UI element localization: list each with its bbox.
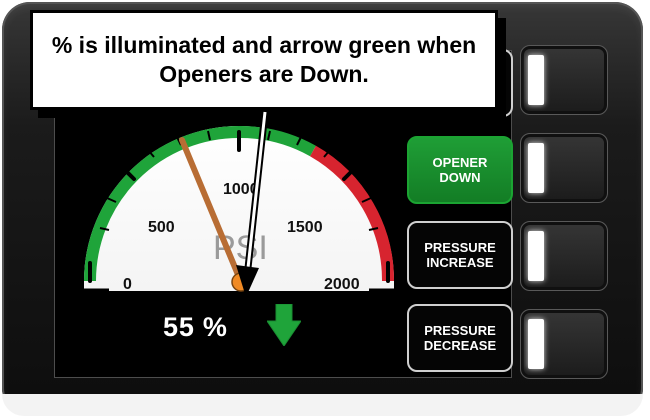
opener-down-button[interactable]: OPENER DOWN [407, 136, 513, 204]
tick-label-1500: 1500 [287, 219, 323, 236]
down-arrow-icon [267, 304, 301, 346]
hardware-key-2-indicator [528, 143, 544, 193]
pressure-increase-label-line1: PRESSURE [424, 240, 496, 255]
hardware-key-1[interactable] [520, 45, 608, 115]
hardware-key-1-indicator [528, 55, 544, 105]
hardware-key-4[interactable] [520, 309, 608, 379]
tick-label-2000: 2000 [324, 276, 360, 293]
hardware-key-3[interactable] [520, 221, 608, 291]
needle-hub [231, 272, 251, 292]
pressure-decrease-label-line1: PRESSURE [424, 323, 496, 338]
display-scene: 0 500 1000 1500 2000 PSI 55 % OPENER DOW… [0, 0, 650, 420]
pressure-decrease-label-line2: DECREASE [423, 338, 497, 353]
tick-label-0: 0 [123, 276, 132, 293]
opener-down-label-line1: OPENER [432, 155, 488, 170]
tick-label-500: 500 [148, 219, 175, 236]
bezel-foot [2, 394, 643, 416]
hardware-key-4-indicator [528, 319, 544, 369]
annotation-callout: % is illuminated and arrow green when Op… [30, 10, 498, 110]
tick-label-1000: 1000 [223, 181, 259, 198]
pressure-decrease-button[interactable]: PRESSURE DECREASE [407, 304, 513, 372]
hardware-key-3-indicator [528, 231, 544, 281]
pressure-increase-label-line2: INCREASE [426, 255, 494, 270]
percent-readout: 55 % [163, 312, 228, 342]
hardware-key-2[interactable] [520, 133, 608, 203]
annotation-callout-text: % is illuminated and arrow green when Op… [51, 32, 477, 87]
pressure-increase-button[interactable]: PRESSURE INCREASE [407, 221, 513, 289]
opener-down-label-line2: DOWN [439, 170, 481, 185]
hardware-key-column [520, 45, 620, 379]
